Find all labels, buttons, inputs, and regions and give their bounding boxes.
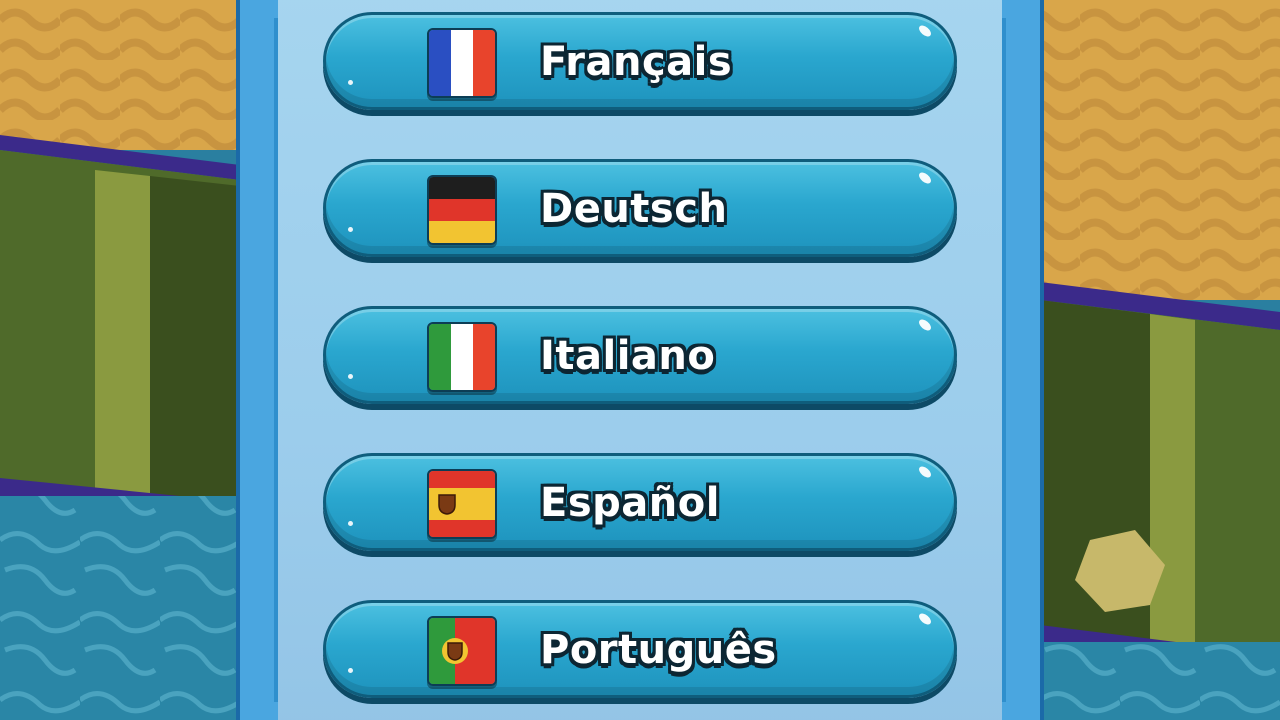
language-button-spanish[interactable]: Español	[323, 453, 957, 551]
button-shine	[917, 611, 933, 627]
language-label: Português	[540, 627, 777, 673]
language-button-portuguese[interactable]: Português	[323, 600, 957, 698]
language-button-italian[interactable]: Italiano	[323, 306, 957, 404]
france-flag-icon	[427, 28, 497, 98]
button-shine	[917, 23, 933, 39]
button-shine	[917, 464, 933, 480]
button-spark	[348, 668, 353, 673]
button-shine	[917, 317, 933, 333]
portugal-flag-icon	[427, 616, 497, 686]
germany-flag-icon	[427, 175, 497, 245]
button-spark	[348, 374, 353, 379]
language-button-french[interactable]: Français	[323, 12, 957, 110]
language-label: Italiano	[540, 333, 716, 379]
button-spark	[348, 80, 353, 85]
language-label: Español	[540, 480, 720, 526]
language-label: Deutsch	[540, 186, 728, 232]
button-spark	[348, 521, 353, 526]
italy-flag-icon	[427, 322, 497, 392]
button-spark	[348, 227, 353, 232]
language-button-german[interactable]: Deutsch	[323, 159, 957, 257]
spain-flag-icon	[427, 469, 497, 539]
button-shine	[917, 170, 933, 186]
game-screen: Français Deutsch Italiano Español Portug…	[0, 0, 1280, 720]
language-label: Français	[540, 39, 733, 85]
